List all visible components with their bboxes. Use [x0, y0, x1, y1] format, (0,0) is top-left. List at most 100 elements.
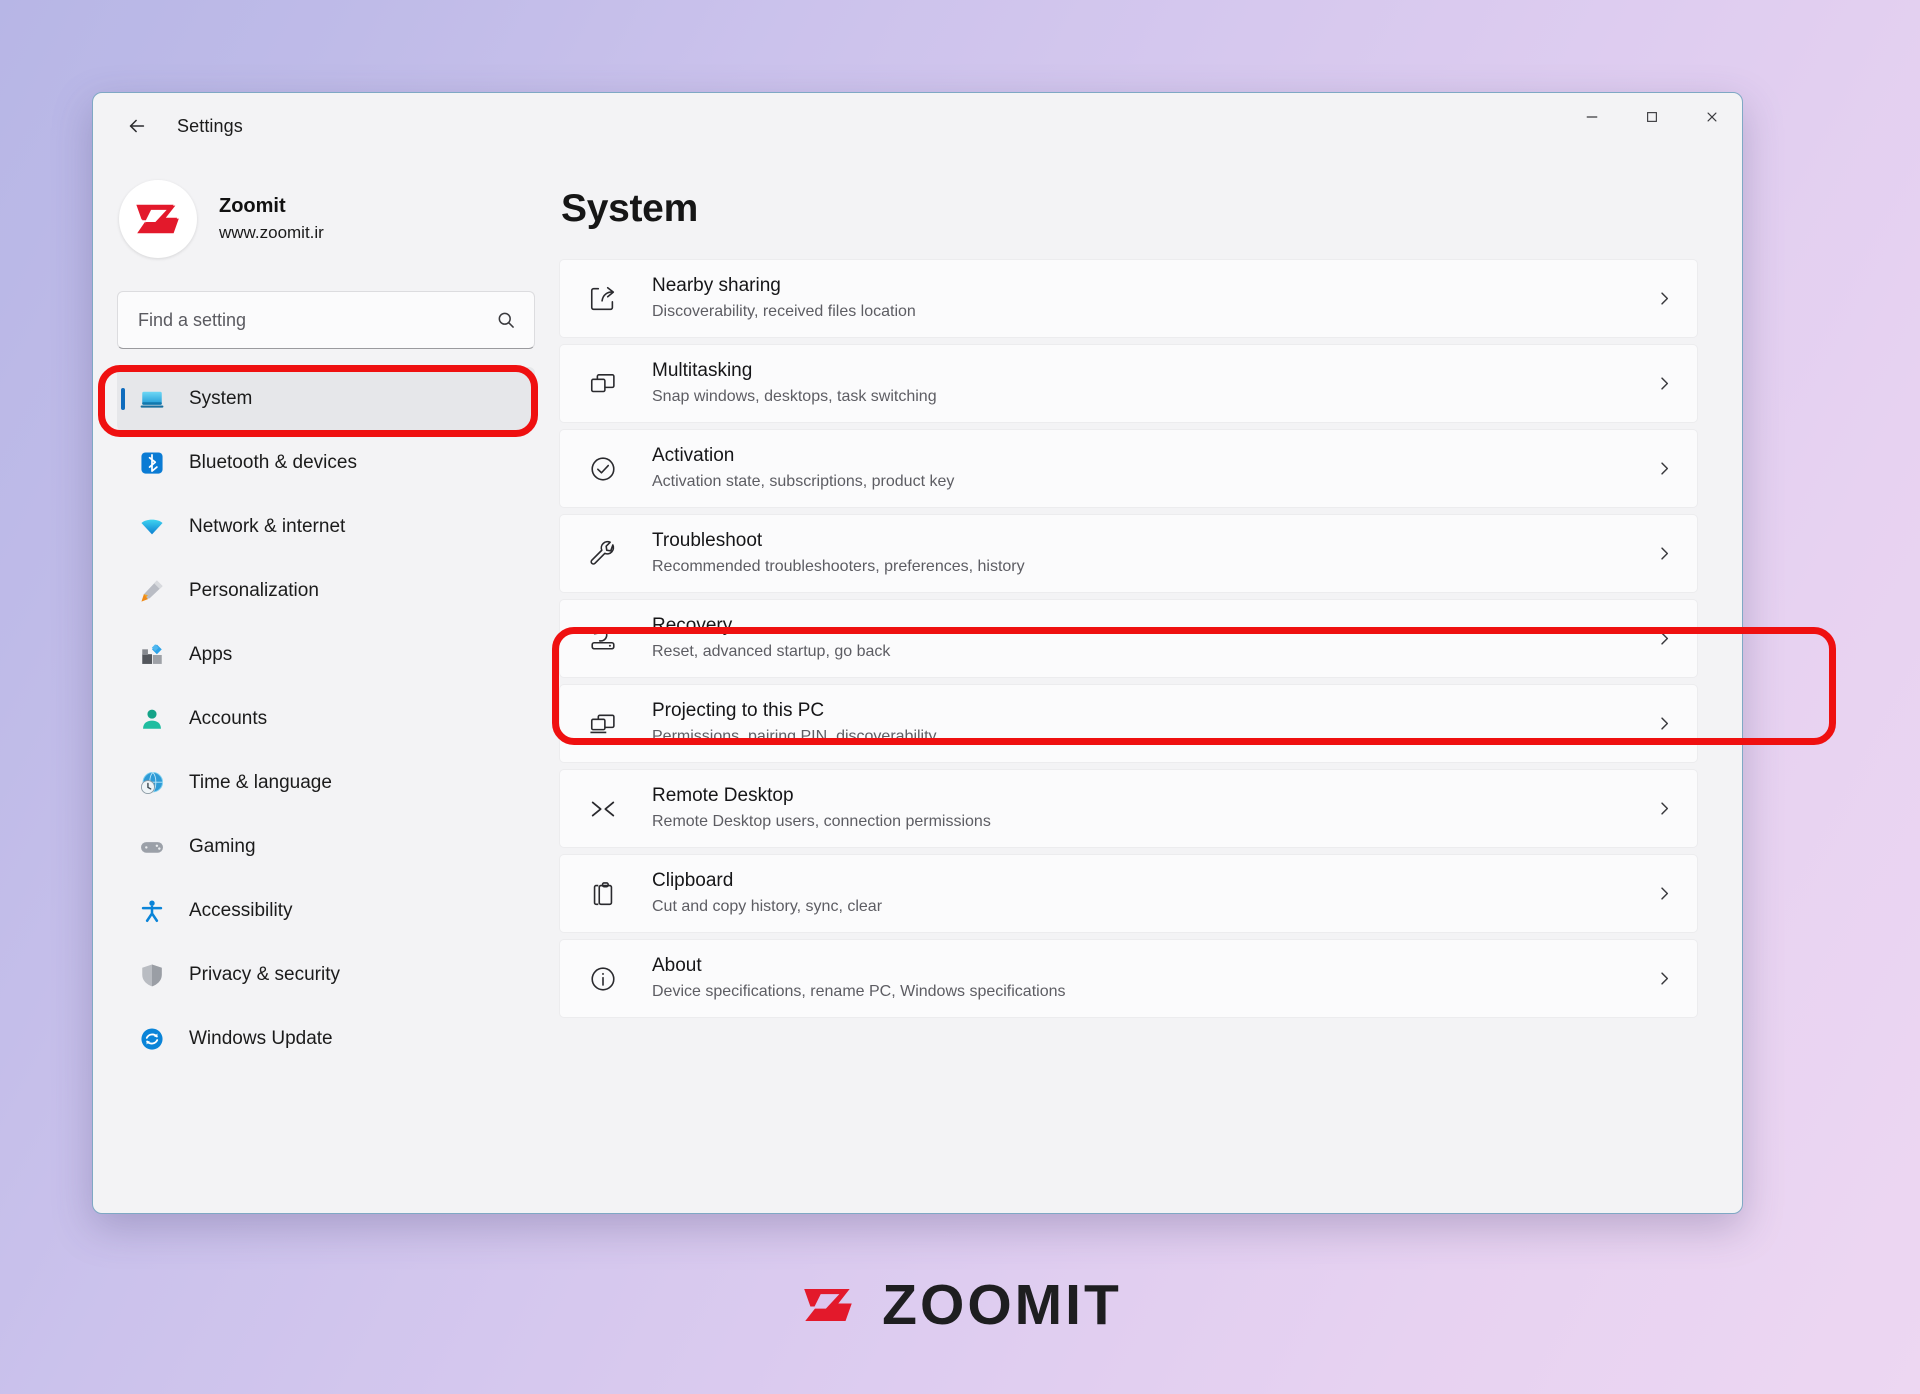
card-title: Recovery [652, 615, 733, 637]
windows-stack-icon [586, 367, 620, 401]
sidebar-item-label: Privacy & security [189, 964, 340, 985]
account-name: Zoomit [219, 195, 286, 218]
sidebar-item-apps[interactable]: Apps [117, 623, 535, 687]
gamepad-icon [137, 832, 167, 862]
settings-window: Settings Zoomit www.zoomit.ir Find a set… [92, 92, 1743, 1214]
card-subtitle: Permissions, pairing PIN, discoverabilit… [652, 727, 937, 745]
apps-icon [137, 640, 167, 670]
card-recovery[interactable]: Recovery Reset, advanced startup, go back [559, 599, 1698, 678]
sidebar-item-accessibility[interactable]: Accessibility [117, 879, 535, 943]
card-subtitle: Remote Desktop users, connection permiss… [652, 812, 991, 830]
chevron-right-icon[interactable] [1656, 375, 1673, 392]
sidebar-item-label: Accessibility [189, 900, 293, 921]
sidebar-item-label: Windows Update [189, 1028, 333, 1049]
card-title: Clipboard [652, 870, 734, 892]
card-text: Clipboard Cut and copy history, sync, cle… [652, 869, 1656, 917]
card-title: Activation [652, 445, 735, 467]
chevron-right-icon[interactable] [1656, 800, 1673, 817]
card-troubleshoot[interactable]: Troubleshoot Recommended troubleshooters,… [559, 514, 1698, 593]
card-text: Nearby sharing Discoverability, received … [652, 274, 1656, 322]
chevron-right-icon[interactable] [1656, 715, 1673, 732]
account-card[interactable]: Zoomit www.zoomit.ir [117, 159, 535, 269]
sidebar-item-bluetooth-devices[interactable]: Bluetooth & devices [117, 431, 535, 495]
sidebar: Zoomit www.zoomit.ir System Bluetooth & d… [93, 159, 559, 1213]
monitor-icon [137, 384, 167, 414]
search-input[interactable] [138, 309, 496, 331]
card-subtitle: Cut and copy history, sync, clear [652, 897, 883, 915]
back-arrow-icon[interactable] [115, 106, 159, 146]
clock-globe-icon [137, 768, 167, 798]
page-title: System [561, 187, 698, 230]
account-text: Zoomit www.zoomit.ir [219, 193, 324, 245]
card-text: Projecting to this PC Permissions, pairin… [652, 699, 1656, 747]
card-title: About [652, 955, 702, 977]
projecting-icon [586, 707, 620, 741]
card-subtitle: Recommended troubleshooters, preferences… [652, 557, 1025, 575]
card-remote-desktop[interactable]: Remote Desktop Remote Desktop users, conn… [559, 769, 1698, 848]
share-icon [586, 282, 620, 316]
sidebar-item-network-internet[interactable]: Network & internet [117, 495, 535, 559]
zoomit-logo-icon [798, 1279, 860, 1331]
clipboard-icon [586, 877, 620, 911]
card-text: About Device specifications, rename PC, W… [652, 954, 1656, 1002]
sidebar-item-personalization[interactable]: Personalization [117, 559, 535, 623]
card-nearby-sharing[interactable]: Nearby sharing Discoverability, received … [559, 259, 1698, 338]
zoomit-logo-icon [136, 204, 179, 234]
card-about[interactable]: About Device specifications, rename PC, W… [559, 939, 1698, 1018]
sidebar-item-gaming[interactable]: Gaming [117, 815, 535, 879]
paintbrush-icon [137, 576, 167, 606]
sidebar-item-label: Network & internet [189, 516, 346, 537]
card-text: Troubleshoot Recommended troubleshooters,… [652, 529, 1656, 577]
card-text: Multitasking Snap windows, desktops, task… [652, 359, 1656, 407]
sidebar-item-system[interactable]: System [117, 367, 535, 431]
chevron-right-icon[interactable] [1656, 885, 1673, 902]
sidebar-item-label: Time & language [189, 772, 332, 793]
chevron-right-icon[interactable] [1656, 290, 1673, 307]
card-text: Recovery Reset, advanced startup, go back [652, 614, 1656, 662]
footer-logo-text: ZOOMIT [882, 1273, 1122, 1337]
card-title: Troubleshoot [652, 530, 763, 552]
card-projecting-to-this-pc[interactable]: Projecting to this PC Permissions, pairin… [559, 684, 1698, 763]
wrench-icon [586, 537, 620, 571]
sidebar-item-label: Personalization [189, 580, 319, 601]
wifi-icon [137, 512, 167, 542]
sidebar-item-label: System [189, 388, 253, 409]
main-content: System Nearby sharing Discoverability, re… [559, 159, 1742, 1213]
title-bar: Settings [93, 93, 1742, 159]
minimize-icon[interactable] [1562, 93, 1622, 141]
sidebar-item-privacy-security[interactable]: Privacy & security [117, 943, 535, 1007]
sidebar-item-windows-update[interactable]: Windows Update [117, 1007, 535, 1071]
close-icon[interactable] [1682, 93, 1742, 141]
sidebar-item-accounts[interactable]: Accounts [117, 687, 535, 751]
sidebar-item-label: Accounts [189, 708, 268, 729]
sidebar-nav: System Bluetooth & devices Network & inter… [117, 367, 535, 1071]
card-subtitle: Discoverability, received files location [652, 302, 916, 320]
chevron-right-icon[interactable] [1656, 970, 1673, 987]
card-subtitle: Device specifications, rename PC, Window… [652, 982, 1066, 1000]
remote-desktop-icon [586, 792, 620, 826]
account-url: www.zoomit.ir [219, 223, 324, 243]
card-subtitle: Snap windows, desktops, task switching [652, 387, 937, 405]
chevron-right-icon[interactable] [1656, 545, 1673, 562]
person-icon [137, 704, 167, 734]
avatar [119, 180, 197, 258]
recovery-icon [586, 622, 620, 656]
card-title: Multitasking [652, 360, 753, 382]
card-title: Nearby sharing [652, 275, 781, 297]
chevron-right-icon[interactable] [1656, 630, 1673, 647]
bluetooth-icon [137, 448, 167, 478]
card-activation[interactable]: Activation Activation state, subscription… [559, 429, 1698, 508]
search-box[interactable] [117, 291, 535, 349]
maximize-icon[interactable] [1622, 93, 1682, 141]
sidebar-item-time-language[interactable]: Time & language [117, 751, 535, 815]
check-circle-icon [586, 452, 620, 486]
chevron-right-icon[interactable] [1656, 460, 1673, 477]
card-clipboard[interactable]: Clipboard Cut and copy history, sync, cle… [559, 854, 1698, 933]
card-multitasking[interactable]: Multitasking Snap windows, desktops, task… [559, 344, 1698, 423]
card-subtitle: Reset, advanced startup, go back [652, 642, 891, 660]
card-text: Activation Activation state, subscription… [652, 444, 1656, 492]
card-title: Projecting to this PC [652, 700, 825, 722]
search-icon [496, 310, 516, 330]
update-icon [137, 1024, 167, 1054]
window-controls [1562, 93, 1742, 141]
